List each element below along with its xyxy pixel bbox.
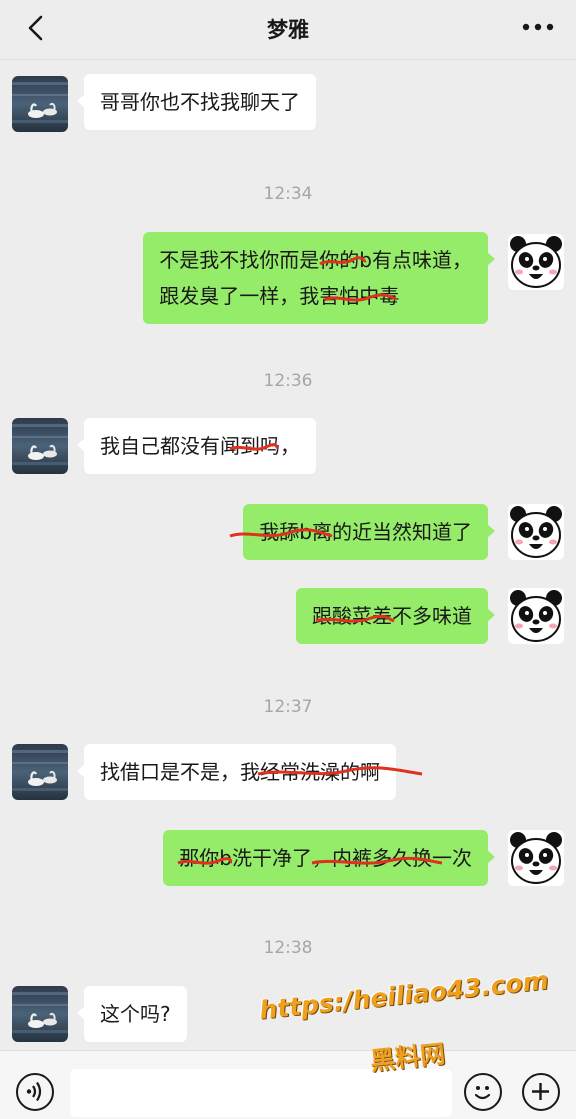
message-bubble-sent[interactable]: 我舔b离的近当然知道了 (243, 504, 495, 560)
input-bar (0, 1050, 576, 1119)
more-dots-icon (522, 23, 554, 31)
contact-avatar[interactable] (12, 744, 68, 800)
voice-button[interactable] (16, 1073, 54, 1111)
contact-avatar[interactable] (12, 76, 68, 132)
message-bubble-sent[interactable]: 那你b洗干净了，内裤多久换一次 (163, 830, 495, 886)
my-avatar[interactable] (508, 588, 564, 644)
message-list[interactable]: 哥哥你也不找我聊天了 12:34 不是我不找你而是你的b有点味道， 跟发臭了一样… (0, 60, 576, 1050)
emoji-button[interactable] (464, 1073, 502, 1111)
message-timestamp: 12:38 (263, 938, 313, 958)
voice-icon (26, 1081, 42, 1102)
message-timestamp: 12:34 (263, 184, 313, 204)
message-input[interactable] (70, 1069, 452, 1117)
chat-title: 梦雅 (267, 18, 309, 42)
plus-button[interactable] (522, 1073, 560, 1111)
message-line: 跟发臭了一样，我害怕中毒 (159, 284, 400, 308)
message-bubble-sent[interactable]: 不是我不找你而是你的b有点味道， 跟发臭了一样，我害怕中毒 (143, 232, 495, 324)
my-avatar[interactable] (508, 234, 564, 290)
message-timestamp: 12:36 (263, 371, 313, 391)
message-line: 不是我不找你而是你的b有点味道， (159, 248, 472, 272)
my-avatar[interactable] (508, 830, 564, 886)
message-bubble-sent[interactable]: 跟酸菜差不多味道 (296, 588, 495, 644)
more-button[interactable] (518, 12, 558, 42)
message-bubble-received[interactable]: 这个吗? (77, 986, 187, 1042)
my-avatar[interactable] (508, 504, 564, 560)
contact-avatar[interactable] (12, 986, 68, 1042)
message-timestamp: 12:37 (263, 697, 313, 717)
emoji-icon (474, 1086, 491, 1100)
message-bubble-received[interactable]: 哥哥你也不找我聊天了 (77, 74, 316, 130)
chat-header: 梦雅 (0, 0, 576, 60)
plus-icon (532, 1083, 549, 1100)
message-bubble-received[interactable]: 找借口是不是，我经常洗澡的啊 (77, 744, 396, 800)
contact-avatar[interactable] (12, 418, 68, 474)
message-bubble-received[interactable]: 我自己都没有闻到吗， (77, 418, 316, 474)
